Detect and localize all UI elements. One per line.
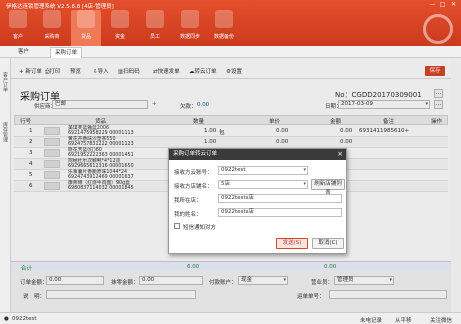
backup-icon <box>215 10 233 28</box>
nav-funds[interactable]: 资金 <box>108 10 132 40</box>
close-button[interactable]: ✕ <box>449 1 458 9</box>
nav-staff[interactable]: 员工 <box>143 10 167 40</box>
current-user: 0922test <box>12 316 37 322</box>
customer-icon <box>9 10 27 28</box>
staff-icon <box>146 10 164 28</box>
funds-icon <box>111 10 129 28</box>
nav-customer[interactable]: 客户 <box>6 10 30 40</box>
tab-strip: 客户 采购订单 <box>0 46 461 58</box>
my-shop-field[interactable]: 0922tests店 <box>218 194 342 203</box>
tab-purchase-order[interactable]: 采购订单 <box>50 47 83 58</box>
sms-notify-label: 短信通知对方 <box>183 225 217 231</box>
nav-backup[interactable]: 数据备份 <box>212 10 236 40</box>
status-bar: ● 0922test 未电记录 从平移 关注微信 <box>0 312 461 324</box>
close-icon[interactable]: × <box>337 149 343 160</box>
cloud-account-select[interactable]: 0922test <box>218 166 308 175</box>
maximize-button[interactable]: □ <box>438 1 447 9</box>
records-link[interactable]: 未电记录 <box>360 316 382 324</box>
sync-icon <box>181 10 199 28</box>
shop-name-select[interactable]: 5店 <box>218 180 308 189</box>
goods-icon <box>77 10 95 28</box>
nav-sync[interactable]: 数据同步 <box>178 10 202 40</box>
refresh-shop-list-button[interactable]: 刷新店铺列表 <box>311 179 345 196</box>
my-name-field[interactable]: 0922tests店 <box>218 208 342 217</box>
sms-notify-checkbox[interactable] <box>174 223 180 229</box>
user-icon: ● <box>4 316 9 322</box>
left-side-strip: 客户订单 库存管理 <box>0 58 11 312</box>
exit-link[interactable]: 从平移 <box>395 316 412 324</box>
tab-customer[interactable]: 客户 <box>14 47 33 58</box>
minimize-button[interactable]: — <box>428 1 437 9</box>
nav-goods[interactable]: 货品 <box>71 10 101 46</box>
cancel-button[interactable]: 取消(C) <box>312 238 344 249</box>
transfer-dialog: 采购订单转云订单 × 接收方云账号： 0922test 接收方店铺名： 5店 刷… <box>168 148 347 254</box>
logo <box>423 14 453 44</box>
wechat-link[interactable]: 关注微信 <box>430 316 452 324</box>
vtab-customer-order[interactable]: 客户订单 <box>2 72 9 92</box>
supplier-icon <box>43 10 61 28</box>
vtab-inventory[interactable]: 库存管理 <box>2 122 9 142</box>
dialog-title: 采购订单转云订单 <box>169 149 346 160</box>
app-title: 伊格达连锁管理系统 V2.5.8.8 [4店-管理员] <box>6 4 114 10</box>
send-button[interactable]: 发送(S) <box>276 238 308 249</box>
nav-supplier[interactable]: 采购商 <box>40 10 64 40</box>
